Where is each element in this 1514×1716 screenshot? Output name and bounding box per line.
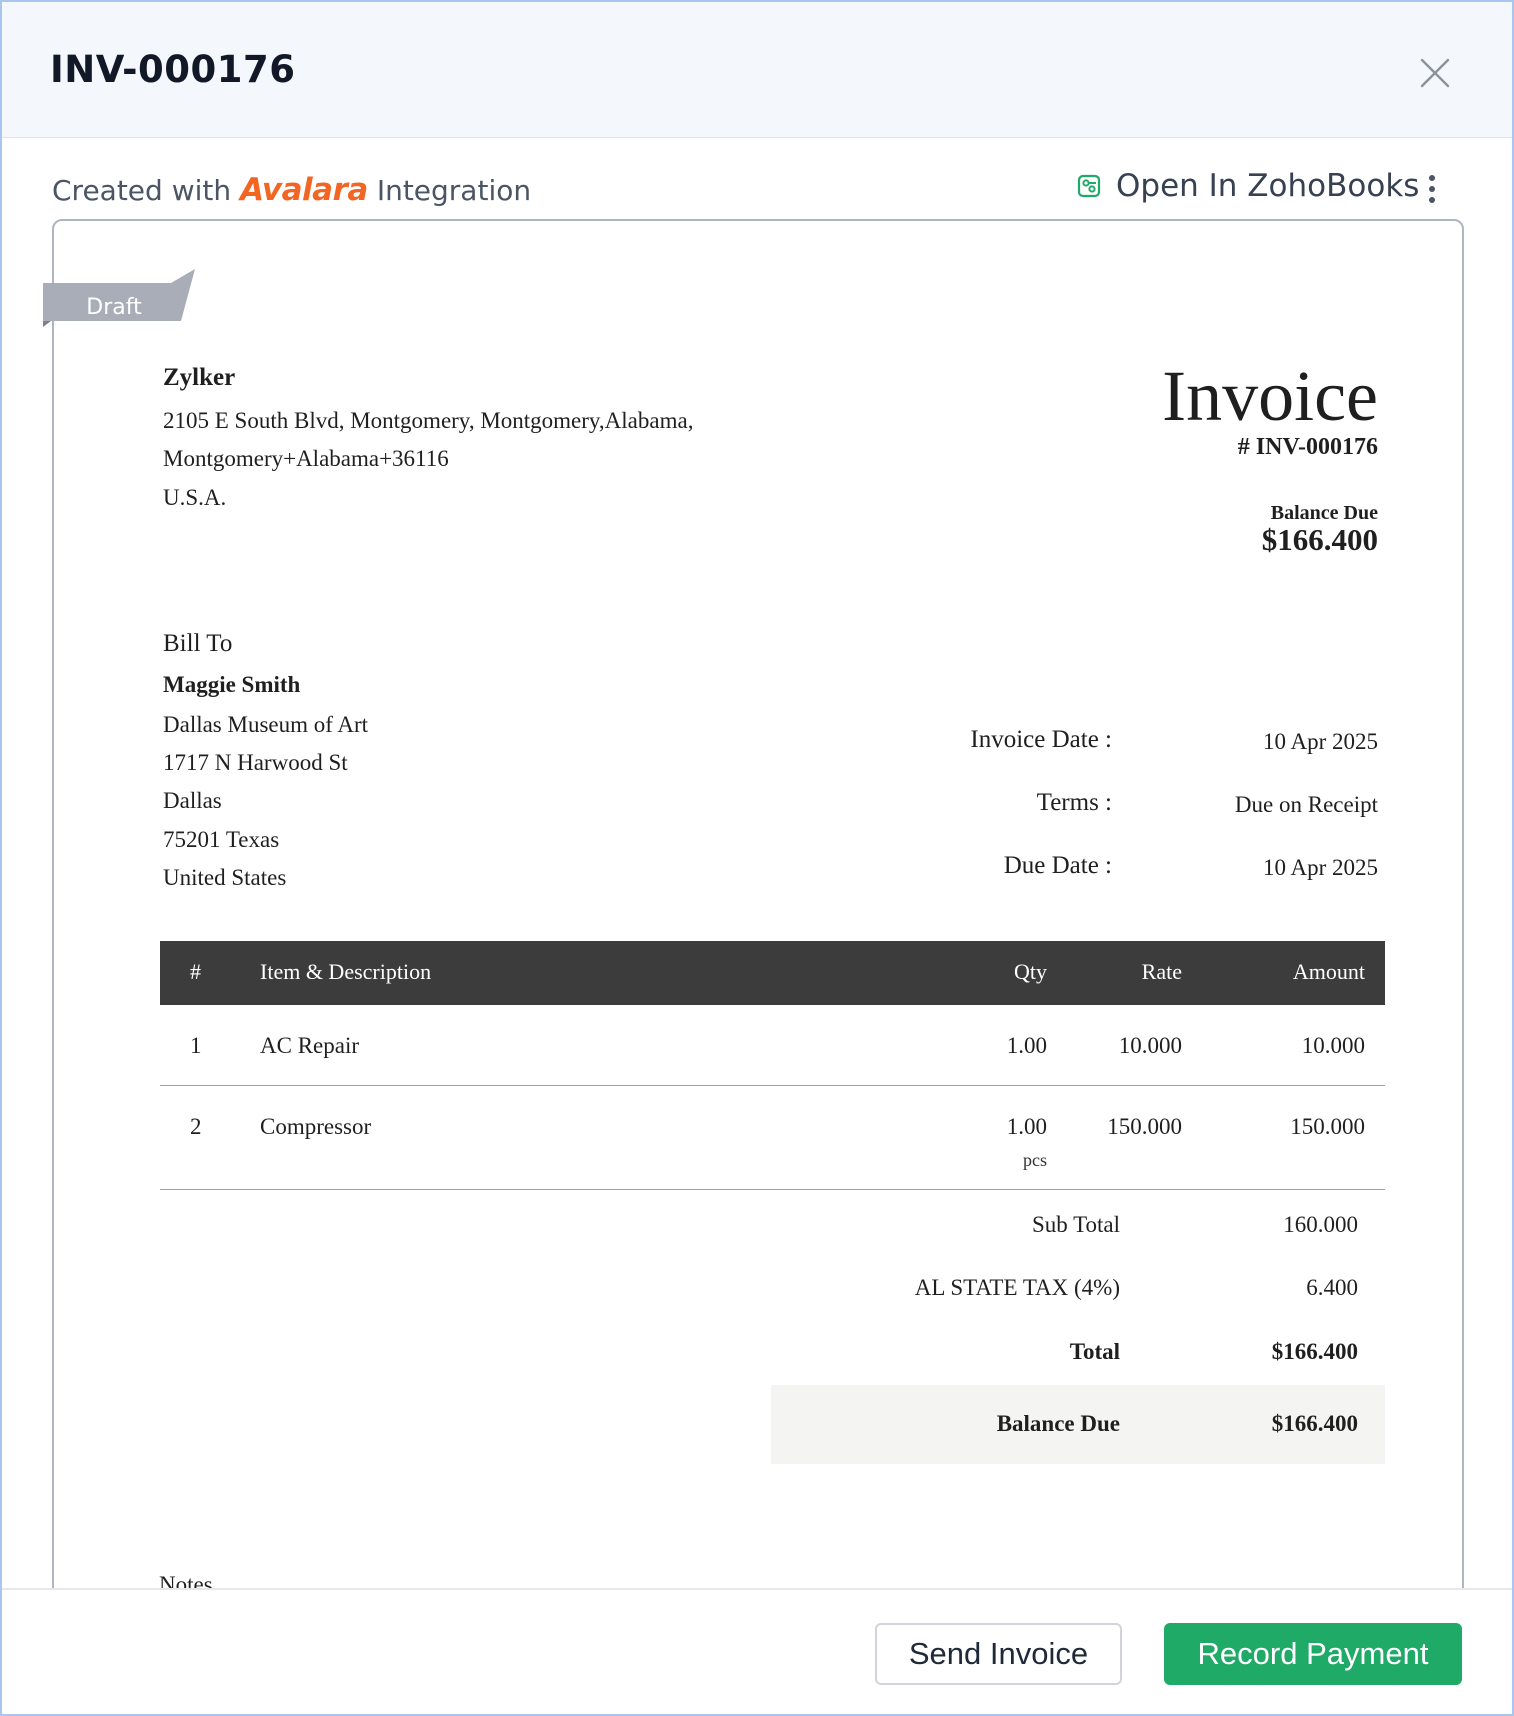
row-amount: 150.000	[1290, 1114, 1365, 1139]
balance-due-amount: $166.400	[1261, 522, 1378, 557]
modal-title: INV-000176	[50, 48, 296, 91]
balance-due-row-label: Balance Due	[996, 1411, 1120, 1436]
avalara-logo: Avalara	[240, 172, 368, 208]
integration-prefix: Created with	[52, 174, 232, 207]
row-num: 2	[190, 1114, 202, 1139]
customer-name: Maggie Smith	[163, 672, 301, 697]
send-invoice-button[interactable]: Send Invoice	[875, 1623, 1122, 1685]
header-rate: Rate	[1141, 959, 1182, 984]
balance-due-row-value: $166.400	[1271, 1411, 1358, 1436]
due-date-value: 10 Apr 2025	[1263, 855, 1378, 880]
invoice-date-label: Invoice Date :	[970, 726, 1112, 753]
draft-status-label: Draft	[86, 295, 142, 320]
header-qty: Qty	[1014, 959, 1047, 984]
org-name: Zylker	[163, 364, 236, 391]
tax-value: 6.400	[1306, 1275, 1358, 1300]
invoice-date-value: 10 Apr 2025	[1263, 729, 1378, 754]
header-amount: Amount	[1292, 959, 1365, 984]
total-value: $166.400	[1271, 1339, 1358, 1364]
customer-address-line: 75201 Texas	[163, 827, 280, 852]
org-country: U.S.A.	[163, 485, 227, 510]
open-in-zohobooks-label: Open In ZohoBooks	[1116, 168, 1420, 204]
customer-address-line: Dallas	[163, 788, 222, 813]
table-row: 2 Compressor 1.00 pcs 150.000 150.000	[160, 1086, 1385, 1190]
header-item: Item & Description	[260, 959, 432, 984]
org-address-line: Montgomery+Alabama+36116	[163, 446, 449, 471]
line-items-table: # Item & Description Qty Rate Amount 1 A…	[160, 941, 1385, 1190]
record-payment-button[interactable]: Record Payment	[1164, 1623, 1462, 1685]
row-qty: 1.00	[1006, 1114, 1047, 1139]
org-address-line: 2105 E South Blvd, Montgomery, Montgomer…	[163, 408, 694, 433]
row-item: Compressor	[260, 1114, 372, 1139]
header-num: #	[190, 959, 201, 984]
row-item: AC Repair	[260, 1033, 360, 1058]
invoice-number: # INV-000176	[1237, 434, 1378, 460]
row-amount: 10.000	[1301, 1033, 1365, 1058]
integration-bar: Created with Avalara Integration Open In…	[2, 138, 1512, 218]
subtotal-value: 160.000	[1283, 1212, 1358, 1237]
row-rate: 150.000	[1107, 1114, 1182, 1139]
row-rate: 10.000	[1118, 1033, 1182, 1058]
integration-note: Created with Avalara Integration	[52, 172, 531, 208]
invoice-modal: INV-000176 Created with Avalara Integrat…	[0, 0, 1514, 1716]
open-in-zohobooks-link[interactable]: Open In ZohoBooks	[1076, 168, 1419, 204]
table-header: # Item & Description Qty Rate Amount	[160, 941, 1385, 1005]
terms-label: Terms :	[1036, 789, 1112, 816]
integration-suffix: Integration	[376, 174, 532, 207]
table-row: 1 AC Repair 1.00 10.000 10.000	[160, 1005, 1385, 1086]
subtotal-label: Sub Total	[1031, 1212, 1120, 1237]
zohobooks-icon	[1077, 174, 1101, 198]
row-num: 1	[190, 1033, 202, 1058]
customer-address-line: 1717 N Harwood St	[163, 750, 348, 775]
total-label: Total	[1069, 1339, 1120, 1364]
customer-address-line: United States	[163, 865, 287, 890]
more-options-icon[interactable]	[1422, 172, 1442, 206]
modal-footer: Send Invoice Record Payment	[2, 1588, 1512, 1714]
bill-to-label: Bill To	[163, 630, 233, 657]
tax-label: AL STATE TAX (4%)	[914, 1275, 1120, 1300]
invoice-title: Invoice	[1162, 356, 1378, 436]
customer-address-line: Dallas Museum of Art	[163, 712, 369, 737]
modal-header: INV-000176	[2, 2, 1512, 138]
close-icon[interactable]	[1416, 54, 1454, 92]
row-unit: pcs	[1023, 1150, 1047, 1170]
terms-value: Due on Receipt	[1234, 792, 1378, 817]
due-date-label: Due Date :	[1003, 852, 1112, 879]
row-qty: 1.00	[1006, 1033, 1047, 1058]
